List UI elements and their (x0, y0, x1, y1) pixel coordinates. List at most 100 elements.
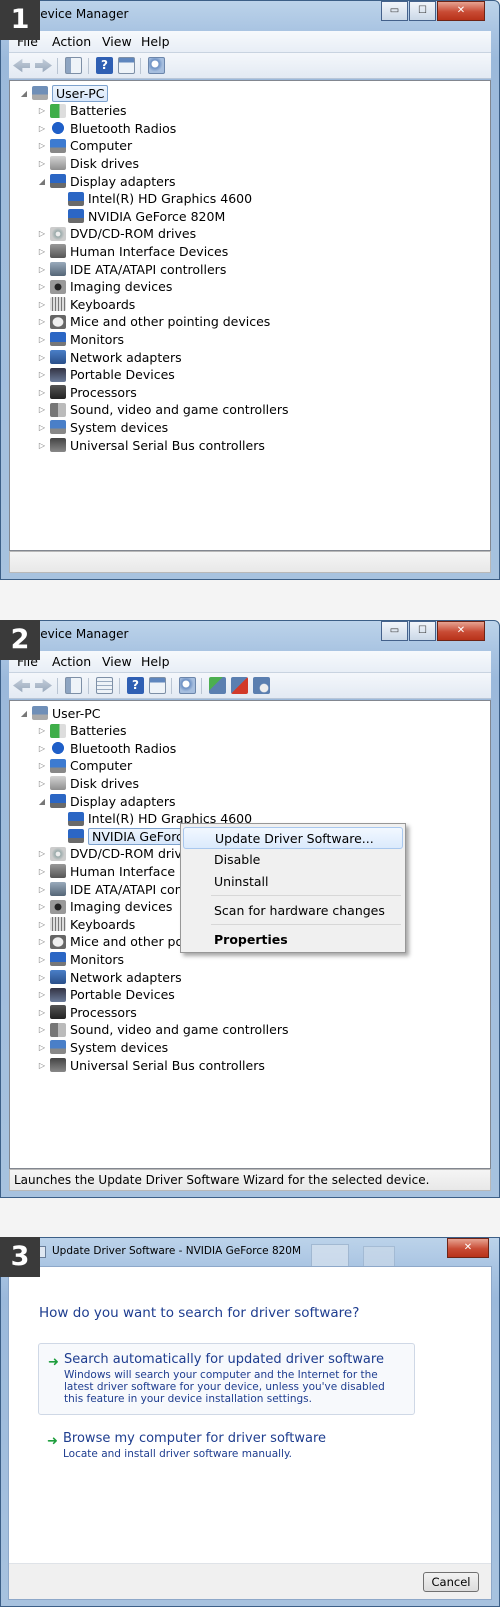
expand-arrow-icon[interactable]: ▷ (36, 726, 48, 735)
console-tree-icon[interactable] (65, 677, 82, 694)
search-automatically-option[interactable]: ➜ Search automatically for updated drive… (38, 1343, 415, 1415)
menu-view[interactable]: View (102, 34, 132, 49)
properties-menu-item[interactable]: Properties (183, 929, 403, 951)
tree-category-item[interactable]: ▷ Sound, video and game controllers (36, 1021, 289, 1039)
back-arrow-icon[interactable] (13, 58, 30, 73)
tree-category-item[interactable]: ▷ Universal Serial Bus controllers (36, 1056, 265, 1074)
tree-root[interactable]: ◢ User-PC (18, 84, 109, 102)
tree-device-item[interactable]: NVIDIA GeForce 820M (54, 207, 225, 225)
menu-help[interactable]: Help (141, 34, 170, 49)
tree-category-item[interactable]: ▷ Bluetooth Radios (36, 739, 176, 757)
expand-arrow-icon[interactable]: ▷ (36, 141, 48, 150)
collapse-arrow-icon[interactable]: ◢ (18, 709, 30, 718)
expand-arrow-icon[interactable]: ▷ (36, 902, 48, 911)
tree-category-item[interactable]: ▷ IDE ATA/ATAPI controllers (36, 260, 226, 278)
expand-arrow-icon[interactable]: ▷ (36, 744, 48, 753)
expand-arrow-icon[interactable]: ▷ (36, 124, 48, 133)
menu-view[interactable]: View (102, 654, 132, 669)
tree-category-item[interactable]: ▷ System devices (36, 418, 168, 436)
tree-category-item[interactable]: ▷ Mice and other pointing devices (36, 313, 270, 331)
forward-arrow-icon[interactable] (35, 678, 52, 693)
browse-computer-option[interactable]: ➜ Browse my computer for driver software… (38, 1423, 415, 1463)
tree-category-item[interactable]: ▷ Human Interface Devices (36, 242, 228, 260)
expand-arrow-icon[interactable]: ▷ (36, 1043, 48, 1052)
tree-category-item[interactable]: ▷ Computer (36, 757, 132, 775)
tree-category-item[interactable]: ▷ DVD/CD-ROM drives (36, 225, 196, 243)
tree-category-item[interactable]: ▷ Processors (36, 1003, 137, 1021)
expand-arrow-icon[interactable]: ▷ (36, 106, 48, 115)
menu-help[interactable]: Help (141, 654, 170, 669)
tree-category-item[interactable]: ▷ Portable Devices (36, 366, 175, 384)
close-button[interactable]: ✕ (437, 1, 485, 21)
expand-arrow-icon[interactable]: ▷ (36, 779, 48, 788)
uninstall-icon[interactable] (231, 677, 248, 694)
scan-hardware-icon[interactable] (179, 677, 196, 694)
collapse-arrow-icon[interactable]: ◢ (18, 89, 30, 98)
tree-category-item[interactable]: ▷ Processors (36, 383, 137, 401)
tree-category-item[interactable]: ▷ Computer (36, 137, 132, 155)
tree-category-item[interactable]: ▷ Bluetooth Radios (36, 119, 176, 137)
back-arrow-icon[interactable] (13, 678, 30, 693)
expand-arrow-icon[interactable]: ▷ (36, 849, 48, 858)
expand-arrow-icon[interactable]: ▷ (36, 388, 48, 397)
close-button[interactable]: ✕ (447, 1238, 489, 1258)
help-icon[interactable]: ? (96, 57, 113, 74)
expand-arrow-icon[interactable]: ▷ (36, 867, 48, 876)
expand-arrow-icon[interactable]: ▷ (36, 370, 48, 379)
tree-category-item[interactable]: ▷ Imaging devices (36, 278, 172, 296)
expand-arrow-icon[interactable]: ▷ (36, 1061, 48, 1070)
expand-arrow-icon[interactable]: ▷ (36, 247, 48, 256)
properties-icon[interactable] (149, 677, 166, 694)
tree-category-item[interactable]: ▷ System devices (36, 1038, 168, 1056)
tree-category-item[interactable]: ▷ Batteries (36, 102, 127, 120)
console-tree-icon[interactable] (65, 57, 82, 74)
tree-category-item[interactable]: ▷ Keyboards (36, 295, 135, 313)
maximize-button[interactable]: ☐ (409, 1, 436, 21)
minimize-button[interactable]: ▭ (381, 1, 408, 21)
help-icon[interactable]: ? (127, 677, 144, 694)
uninstall-menu-item[interactable]: Uninstall (183, 871, 403, 893)
maximize-button[interactable]: ☐ (409, 621, 436, 641)
update-driver-icon[interactable] (209, 677, 226, 694)
expand-arrow-icon[interactable]: ▷ (36, 920, 48, 929)
tree-category-item[interactable]: ▷ Network adapters (36, 348, 182, 366)
expand-arrow-icon[interactable]: ▷ (36, 973, 48, 982)
tree-category-item[interactable]: ▷ Portable Devices (36, 986, 175, 1004)
tree-category-item[interactable]: ▷ Keyboards (36, 915, 135, 933)
expand-arrow-icon[interactable]: ▷ (36, 937, 48, 946)
expand-arrow-icon[interactable]: ▷ (36, 955, 48, 964)
cancel-button[interactable]: Cancel (423, 1572, 479, 1592)
expand-arrow-icon[interactable]: ▷ (36, 317, 48, 326)
expand-arrow-icon[interactable]: ▷ (36, 1008, 48, 1017)
tree-category-item[interactable]: ▷ DVD/CD-ROM drives (36, 845, 196, 863)
expand-arrow-icon[interactable]: ▷ (36, 229, 48, 238)
expand-arrow-icon[interactable]: ▷ (36, 353, 48, 362)
menu-action[interactable]: Action (52, 654, 91, 669)
close-button[interactable]: ✕ (437, 621, 485, 641)
disable-menu-item[interactable]: Disable (183, 849, 403, 871)
expand-arrow-icon[interactable]: ▷ (36, 405, 48, 414)
properties-icon[interactable] (118, 57, 135, 74)
scan-hardware-menu-item[interactable]: Scan for hardware changes (183, 900, 403, 922)
forward-arrow-icon[interactable] (35, 58, 52, 73)
tree-category-item[interactable]: ▷ Network adapters (36, 968, 182, 986)
update-driver-menu-item[interactable]: Update Driver Software... (183, 827, 403, 849)
expand-arrow-icon[interactable]: ▷ (36, 159, 48, 168)
tree-root[interactable]: ◢ User-PC (18, 704, 101, 722)
tree-category-item[interactable]: ◢ Display adapters (36, 792, 176, 810)
collapse-arrow-icon[interactable]: ◢ (36, 797, 48, 806)
tree-category-item[interactable]: ▷ Universal Serial Bus controllers (36, 436, 265, 454)
expand-arrow-icon[interactable]: ▷ (36, 1025, 48, 1034)
scan-hardware-icon[interactable] (148, 57, 165, 74)
expand-arrow-icon[interactable]: ▷ (36, 335, 48, 344)
tree-category-item[interactable]: ▷ Sound, video and game controllers (36, 401, 289, 419)
tree-device-item[interactable]: Intel(R) HD Graphics 4600 (54, 190, 252, 208)
expand-arrow-icon[interactable]: ▷ (36, 265, 48, 274)
tree-category-item[interactable]: ▷ Monitors (36, 330, 124, 348)
expand-arrow-icon[interactable]: ▷ (36, 990, 48, 999)
collapse-arrow-icon[interactable]: ◢ (36, 177, 48, 186)
expand-arrow-icon[interactable]: ▷ (36, 282, 48, 291)
expand-arrow-icon[interactable]: ▷ (36, 423, 48, 432)
expand-arrow-icon[interactable]: ▷ (36, 761, 48, 770)
disable-icon[interactable] (253, 677, 270, 694)
